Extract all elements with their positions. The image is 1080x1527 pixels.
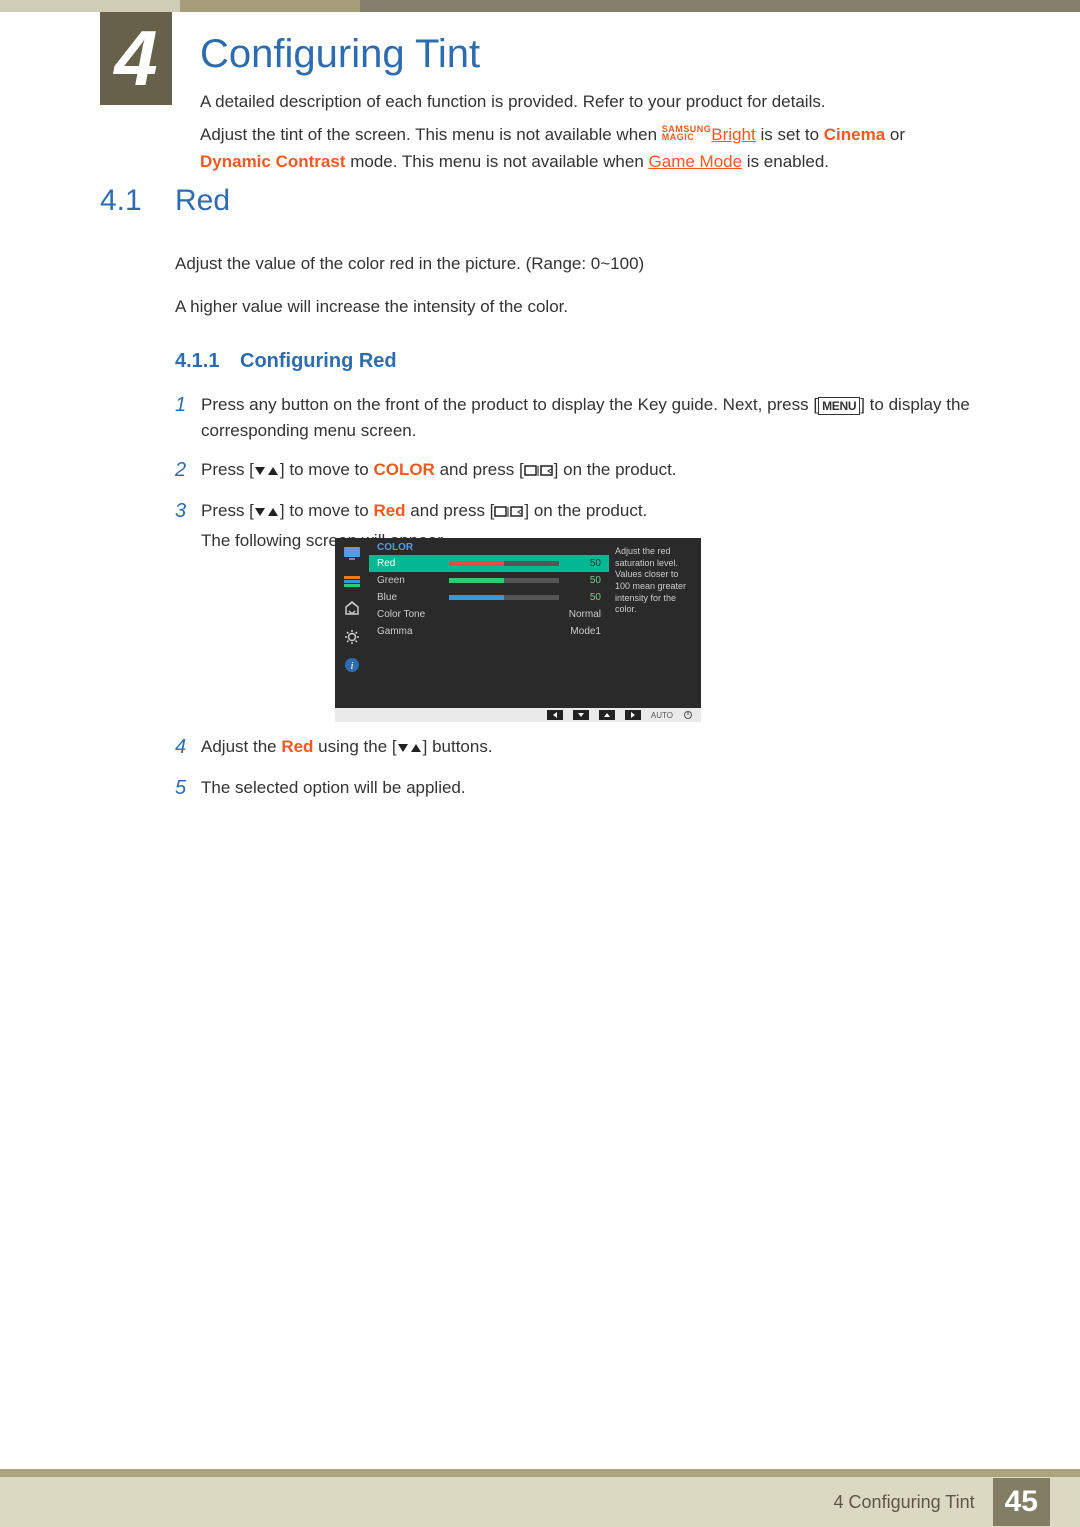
svg-text:i: i [350,660,353,672]
chapter-title: Configuring Tint [200,32,480,77]
step-2: 2 Press [ ] to move to COLOR and press []… [175,455,980,486]
osd-panel-title: COLOR [369,538,609,555]
intro-line2a: Adjust the tint of the screen. This menu… [200,125,662,144]
osd-blue-value: 50 [567,592,601,603]
down-up-arrows-icon [254,460,280,479]
chapter-number-badge: 4 [100,12,172,105]
info-tab-icon: i [342,656,362,674]
nav-down-icon [573,710,589,720]
nav-auto-text: AUTO [651,711,673,720]
osd-red-slider [449,561,559,566]
step-2-text-c: and press [ [435,460,524,479]
picture-tab-icon [342,544,362,562]
section-title: Red [175,184,230,218]
step-2-text-a: Press [ [201,460,254,479]
nav-power-icon [683,705,693,725]
step-3-text-c: and press [ [406,501,495,520]
intro-line2b: is set to [756,125,824,144]
setup-tab-icon [342,628,362,646]
red-keyword-2: Red [281,737,313,756]
bright-link[interactable]: Bright [711,125,755,144]
color-keyword: COLOR [373,460,434,479]
nav-right-icon [625,710,641,720]
section-number: 4.1 [100,184,142,218]
cinema-word: Cinema [824,125,885,144]
section-body: Adjust the value of the color red in the… [175,250,980,336]
osd-green-label: Green [377,575,441,586]
step-5: 5 The selected option will be applied. [175,773,980,804]
osd-row-blue: Blue 50 [369,589,609,606]
step-3-text-d: ] on the product. [524,501,647,520]
game-mode-link[interactable]: Game Mode [649,152,743,171]
osd-left-icons: i [335,538,369,708]
osd-colortone-value: Normal [449,609,601,620]
down-up-arrows-icon [254,501,280,520]
body-p2: A higher value will increase the intensi… [175,293,980,320]
step-1: 1 Press any button on the front of the p… [175,390,980,445]
osd-row-green: Green 50 [369,572,609,589]
step-4-text-c: ] buttons. [423,737,493,756]
source-enter-icon [524,460,554,479]
osd-screenshot: i COLOR Red 50 Green 50 Blue 50 Color To… [335,538,701,722]
step-5-number: 5 [175,773,197,804]
step-4: 4 Adjust the Red using the [ ] buttons. [175,732,980,763]
osd-help-text: Adjust the red saturation level. Values … [615,546,686,614]
osd-main-panel: COLOR Red 50 Green 50 Blue 50 Color Tone… [369,538,609,708]
steps-list-lower: 4 Adjust the Red using the [ ] buttons. 5… [175,732,980,814]
color-tab-icon [342,572,362,590]
footer-chapter-ref: 4 Configuring Tint [834,1492,975,1513]
osd-row-colortone: Color Tone Normal [369,606,609,623]
intro-line2c: or [885,125,905,144]
nav-left-icon [547,710,563,720]
osd-red-value: 50 [567,558,601,569]
step-2-text-b: ] to move to [280,460,374,479]
osd-bottom-bar: AUTO [335,708,701,722]
osd-green-value: 50 [567,575,601,586]
nav-up-icon [599,710,615,720]
step-4-number: 4 [175,732,197,763]
page-footer: 4 Configuring Tint 45 [0,1477,1080,1527]
step-2-text-d: ] on the product. [554,460,677,479]
step-4-text-b: using the [ [313,737,396,756]
osd-red-label: Red [377,558,441,569]
body-p1: Adjust the value of the color red in the… [175,250,980,277]
samsung-magic-logo: SAMSUNGMAGIC [662,125,712,141]
size-tab-icon [342,600,362,618]
dynamic-contrast-word: Dynamic Contrast [200,152,345,171]
footer-bar-accent [0,1469,1080,1477]
step-2-number: 2 [175,455,197,486]
step-3-text-a: Press [ [201,501,254,520]
step-1-text-a: Press any button on the front of the pro… [201,395,818,414]
subsection-number: 4.1.1 [175,350,219,373]
osd-blue-slider [449,595,559,600]
subsection-title: Configuring Red [240,350,397,373]
osd-row-gamma: Gamma Mode1 [369,623,609,640]
osd-green-slider [449,578,559,583]
step-3-number: 3 [175,496,197,555]
osd-gamma-label: Gamma [377,626,441,637]
osd-help-panel: Adjust the red saturation level. Values … [609,538,701,708]
osd-row-red: Red 50 [369,555,609,572]
osd-gamma-value: Mode1 [449,626,601,637]
intro-line1: A detailed description of each function … [200,92,826,111]
step-5-text: The selected option will be applied. [201,778,466,797]
intro-line2d: mode. This menu is not available when [345,152,648,171]
step-1-number: 1 [175,390,197,445]
down-up-arrows-icon [397,737,423,756]
step-3-text-b: ] to move to [280,501,374,520]
intro-paragraph: A detailed description of each function … [200,88,980,176]
page-top-bars [0,0,1080,12]
osd-blue-label: Blue [377,592,441,603]
red-keyword: Red [373,501,405,520]
step-4-text-a: Adjust the [201,737,281,756]
menu-key: MENU [818,397,860,415]
intro-line2e: is enabled. [742,152,829,171]
footer-page-number: 45 [993,1478,1050,1526]
osd-colortone-label: Color Tone [377,609,441,620]
source-enter-icon [494,501,524,520]
